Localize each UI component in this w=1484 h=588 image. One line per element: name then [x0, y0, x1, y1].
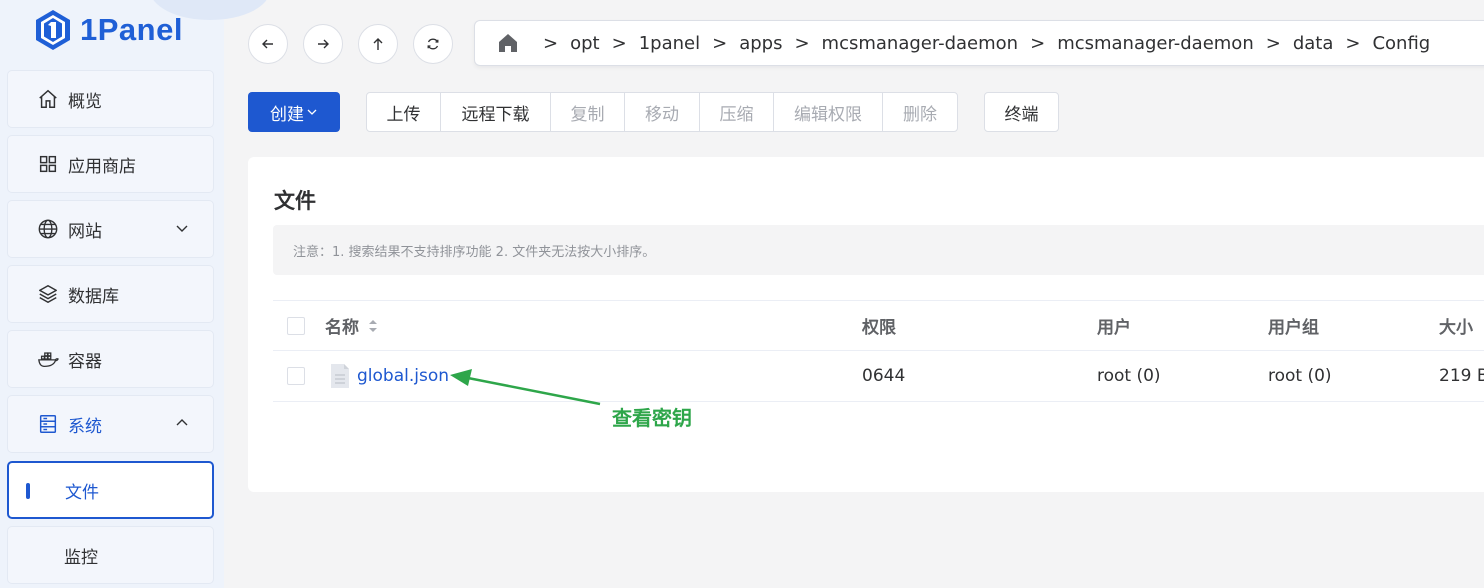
- breadcrumb-item[interactable]: mcsmanager-daemon: [1057, 33, 1254, 54]
- sidebar-item-monitor[interactable]: 监控: [7, 526, 214, 584]
- active-indicator: [26, 483, 30, 499]
- sidebar-item-label: 数据库: [68, 286, 119, 307]
- sort-icon[interactable]: [367, 318, 379, 334]
- sidebar: 1Panel 概览 应用商店 网站 数据库 容器 系统 文件 监控: [0, 0, 270, 588]
- breadcrumb-separator: >: [1030, 32, 1046, 54]
- breadcrumb-separator: >: [543, 32, 559, 54]
- breadcrumb-separator: >: [1265, 32, 1281, 54]
- breadcrumb-separator: >: [712, 32, 728, 54]
- breadcrumb-separator: >: [794, 32, 810, 54]
- sidebar-item-system[interactable]: 系统: [7, 395, 214, 453]
- delete-button[interactable]: 删除: [883, 93, 957, 131]
- back-button[interactable]: [248, 24, 288, 64]
- table-header: 名称 权限 用户 用户组 大小: [273, 300, 1484, 351]
- notice-text: 注意：1. 搜索结果不支持排序功能 2. 文件夹无法按大小排序。: [293, 244, 656, 260]
- breadcrumb-item[interactable]: Config: [1372, 33, 1430, 54]
- chevron-down-icon: [176, 225, 188, 232]
- sidebar-item-database[interactable]: 数据库: [7, 265, 214, 323]
- sidebar-item-label: 容器: [68, 351, 102, 372]
- file-action-group: 上传 远程下载 复制 移动 压缩 编辑权限 删除: [366, 92, 958, 132]
- sidebar-item-label: 应用商店: [68, 156, 136, 177]
- column-header-name[interactable]: 名称: [325, 301, 379, 350]
- back-arrow-icon: [262, 39, 273, 49]
- file-panel: 文件 注意：1. 搜索结果不支持排序功能 2. 文件夹无法按大小排序。 名称 权…: [248, 157, 1484, 492]
- layers-icon: [36, 282, 60, 306]
- upload-button[interactable]: 上传: [367, 93, 441, 131]
- column-header-label: 名称: [325, 318, 359, 338]
- breadcrumb-item[interactable]: 1panel: [639, 33, 700, 54]
- up-arrow-icon: [373, 38, 383, 50]
- docker-icon: [36, 347, 60, 371]
- table-row[interactable]: global.json 0644 root (0) root (0) 219 B: [273, 351, 1484, 402]
- user-cell: root (0): [1097, 366, 1161, 386]
- sidebar-item-label: 网站: [68, 221, 102, 242]
- column-header-user: 用户: [1097, 318, 1131, 338]
- terminal-button[interactable]: 终端: [984, 92, 1059, 132]
- file-name-cell: global.json: [329, 351, 449, 401]
- notice-banner: 注意：1. 搜索结果不支持排序功能 2. 文件夹无法按大小排序。: [273, 225, 1484, 275]
- refresh-icon: [427, 38, 439, 50]
- breadcrumb-item[interactable]: opt: [570, 33, 600, 54]
- breadcrumb-item[interactable]: data: [1293, 33, 1334, 54]
- sidebar-item-label: 系统: [68, 416, 102, 437]
- home-icon: [36, 87, 60, 111]
- create-button-label: 创建: [270, 104, 304, 125]
- sidebar-item-label: 概览: [68, 91, 102, 112]
- refresh-button[interactable]: [413, 24, 453, 64]
- sidebar-item-label: 文件: [65, 482, 99, 503]
- server-icon: [36, 412, 60, 436]
- breadcrumb-item[interactable]: apps: [739, 33, 782, 54]
- forward-button[interactable]: [303, 24, 343, 64]
- file-table: 名称 权限 用户 用户组 大小 global.json 0644 root (0…: [273, 300, 1484, 402]
- chevron-up-icon: [176, 419, 188, 426]
- logo-icon: [36, 10, 70, 50]
- sidebar-item-container[interactable]: 容器: [7, 330, 214, 388]
- sidebar-item-website[interactable]: 网站: [7, 200, 214, 258]
- copy-button[interactable]: 复制: [551, 93, 625, 131]
- logo[interactable]: 1Panel: [34, 8, 183, 52]
- row-checkbox[interactable]: [287, 367, 305, 385]
- sidebar-item-app-store[interactable]: 应用商店: [7, 135, 214, 193]
- column-header-group: 用户组: [1268, 318, 1319, 338]
- permission-cell[interactable]: 0644: [862, 351, 905, 401]
- column-header-permission: 权限: [862, 318, 896, 338]
- logo-text: 1Panel: [80, 12, 183, 47]
- select-all-checkbox[interactable]: [287, 316, 305, 335]
- page-title: 文件: [274, 189, 316, 213]
- grid-icon: [36, 152, 60, 176]
- up-button[interactable]: [358, 24, 398, 64]
- group-cell: root (0): [1268, 366, 1332, 386]
- breadcrumb-separator: >: [611, 32, 627, 54]
- sidebar-item-overview[interactable]: 概览: [7, 70, 214, 128]
- sidebar-item-label: 监控: [64, 547, 98, 568]
- move-button[interactable]: 移动: [625, 93, 700, 131]
- forward-arrow-icon: [318, 39, 329, 49]
- annotation-label: 查看密钥: [612, 406, 692, 430]
- file-name-link[interactable]: global.json: [357, 366, 449, 386]
- file-icon: [331, 364, 349, 388]
- breadcrumb-separator: >: [1345, 32, 1361, 54]
- size-cell: 219 B: [1439, 366, 1484, 386]
- chevron-down-icon: [307, 109, 317, 115]
- breadcrumb: > opt > 1panel > apps > mcsmanager-daemo…: [474, 20, 1484, 66]
- breadcrumb-item[interactable]: mcsmanager-daemon: [822, 33, 1019, 54]
- edit-permission-button[interactable]: 编辑权限: [774, 93, 883, 131]
- compress-button[interactable]: 压缩: [700, 93, 774, 131]
- sidebar-item-files[interactable]: 文件: [7, 461, 214, 519]
- globe-icon: [36, 217, 60, 241]
- create-button[interactable]: 创建: [248, 92, 340, 132]
- column-header-size: 大小: [1439, 318, 1473, 338]
- home-icon[interactable]: [497, 32, 519, 54]
- remote-download-button[interactable]: 远程下载: [441, 93, 551, 131]
